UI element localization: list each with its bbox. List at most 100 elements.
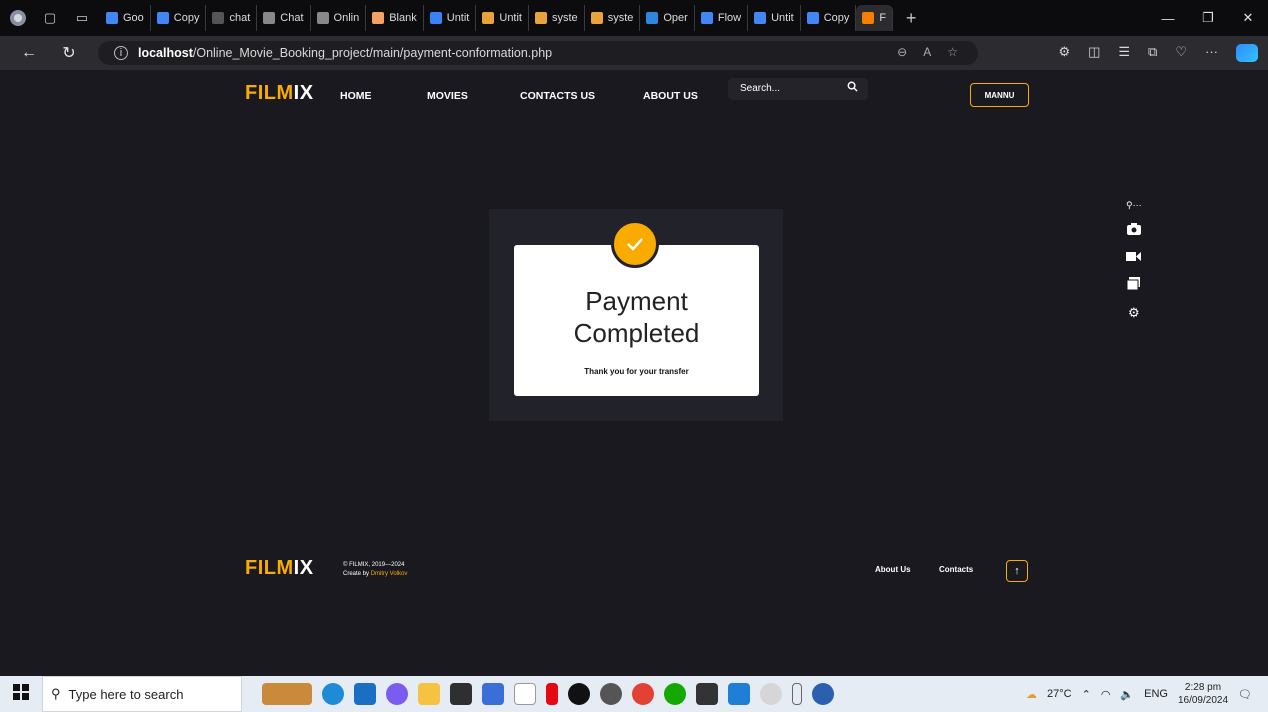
file-explorer-icon[interactable]: [418, 683, 440, 705]
restore-icon[interactable]: ❐: [1188, 10, 1228, 26]
floating-toolbar: ⚲··· ⚙: [1126, 200, 1142, 321]
browser-tab[interactable]: Onlin: [311, 5, 367, 31]
tab-label: Untit: [446, 12, 470, 24]
tab-favicon-icon: [646, 12, 659, 24]
favorites-icon[interactable]: ☰: [1118, 44, 1130, 62]
workspaces-icon[interactable]: ▢: [38, 6, 62, 30]
new-tab-button[interactable]: +: [899, 6, 923, 30]
browser-tab[interactable]: Oper: [640, 5, 695, 31]
browser-tab[interactable]: F: [856, 5, 894, 31]
nav-about-us[interactable]: ABOUT US: [643, 90, 698, 102]
tab-favicon-icon: [700, 12, 713, 24]
favorite-star-icon[interactable]: ☆: [947, 45, 958, 59]
windows-icon[interactable]: [1126, 277, 1141, 293]
split-screen-icon[interactable]: ◫: [1088, 44, 1100, 62]
browser-tab[interactable]: Flow: [695, 5, 749, 31]
close-icon[interactable]: ✕: [1228, 10, 1268, 26]
copilot-app-icon[interactable]: [386, 683, 408, 705]
zoom-icon[interactable]: ⊖: [897, 45, 907, 59]
tray-expand-icon[interactable]: ⌃: [1082, 688, 1091, 701]
browser-tab[interactable]: Untit: [424, 5, 477, 31]
volume-icon[interactable]: 🔈: [1120, 688, 1134, 701]
clock-time: 2:28 pm: [1184, 682, 1222, 693]
user-account-button[interactable]: MANNU: [970, 83, 1029, 107]
browser-tab[interactable]: Blank: [366, 5, 424, 31]
notifications-icon[interactable]: 🗨: [1238, 688, 1252, 701]
system-tray: ☁ 27°C ⌃ ◠ 🔈 ENG 2:28 pm 16/09/2024 🗨: [1026, 676, 1268, 712]
settings-app-icon[interactable]: [600, 683, 622, 705]
help-app-icon[interactable]: [812, 683, 834, 705]
toolbar-menu-icon[interactable]: ⚲···: [1126, 200, 1142, 211]
nav-movies[interactable]: MOVIES: [427, 90, 468, 102]
taskbar-search[interactable]: ⚲ Type here to search: [42, 676, 242, 712]
weather-icon[interactable]: ☁: [1026, 688, 1037, 701]
weather-text[interactable]: 27°C: [1047, 688, 1072, 700]
site-info-icon[interactable]: i: [114, 46, 128, 60]
netflix-app-icon[interactable]: [546, 683, 558, 705]
search-placeholder: Search...: [740, 83, 781, 94]
kangaroo-app-icon[interactable]: [262, 683, 312, 705]
browser-tab[interactable]: Chat: [257, 5, 311, 31]
footer-link-contacts[interactable]: Contacts: [939, 565, 973, 574]
browser-tab[interactable]: Untit: [748, 5, 801, 31]
browser-tab[interactable]: syste: [585, 5, 641, 31]
search-icon[interactable]: [847, 81, 858, 95]
browser-tab[interactable]: Copy: [801, 5, 857, 31]
clock-date: 16/09/2024: [1177, 695, 1229, 706]
settings-gear-icon[interactable]: ⚙: [1128, 305, 1140, 321]
paint-app-icon[interactable]: [760, 683, 782, 705]
vscode-app-icon[interactable]: [728, 683, 750, 705]
tab-favicon-icon: [106, 12, 118, 24]
minimize-icon[interactable]: —: [1148, 11, 1188, 26]
browser-tab[interactable]: chat: [206, 5, 258, 31]
browser-tab[interactable]: Goo: [100, 5, 151, 31]
tab-favicon-icon: [590, 12, 603, 24]
nav-home[interactable]: HOME: [340, 90, 372, 102]
footer-link-about-us[interactable]: About Us: [875, 565, 911, 574]
url-host: localhost: [138, 46, 193, 60]
dropbox-app-icon[interactable]: [450, 683, 472, 705]
browser-tab[interactable]: Copy: [151, 5, 207, 31]
tab-label: Untit: [771, 12, 794, 24]
tab-favicon-icon: [316, 12, 329, 24]
address-bar[interactable]: i localhost /Online_Movie_Booking_projec…: [98, 41, 978, 65]
refresh-icon[interactable]: ↻: [54, 43, 84, 63]
terminal-app-icon[interactable]: [696, 683, 718, 705]
amazon-app-icon[interactable]: [514, 683, 536, 705]
video-camera-icon[interactable]: [1126, 250, 1142, 265]
show-hidden-icons[interactable]: [792, 683, 802, 705]
search-input[interactable]: Search...: [728, 78, 868, 100]
scroll-top-button[interactable]: ↑: [1006, 560, 1028, 582]
upwork-app-icon[interactable]: [664, 683, 686, 705]
clock[interactable]: 2:28 pm 16/09/2024: [1178, 681, 1228, 707]
record-app-icon[interactable]: [568, 683, 590, 705]
tab-actions-icon[interactable]: ▭: [70, 6, 94, 30]
back-icon[interactable]: ←: [14, 44, 44, 62]
tab-favicon-icon: [806, 12, 819, 24]
card-title-line-1: Payment: [585, 286, 688, 316]
performance-icon[interactable]: ♡: [1175, 44, 1187, 62]
wifi-icon[interactable]: ◠: [1101, 688, 1111, 701]
edge-app-icon[interactable]: [322, 683, 344, 705]
windows-start-icon[interactable]: [0, 683, 42, 705]
language-indicator[interactable]: ENG: [1144, 688, 1168, 700]
browser-tab[interactable]: syste: [529, 5, 585, 31]
logo-part-a: FILM: [245, 82, 294, 104]
tab-label: syste: [607, 12, 634, 24]
mail-app-icon[interactable]: [354, 683, 376, 705]
page-content: FILMIX HOME MOVIES CONTACTS US ABOUT US …: [8, 70, 1268, 676]
chrome-app-icon[interactable]: [632, 683, 654, 705]
copilot-icon[interactable]: [1236, 44, 1258, 62]
site-logo[interactable]: FILMIX: [245, 82, 314, 105]
store-app-icon[interactable]: [482, 683, 504, 705]
nav-contacts-us[interactable]: CONTACTS US: [520, 90, 595, 102]
collections-icon[interactable]: ⧉: [1148, 44, 1157, 62]
profile-icon[interactable]: [6, 6, 30, 30]
more-icon[interactable]: ···: [1205, 44, 1218, 62]
footer-logo[interactable]: FILMIX: [245, 557, 314, 580]
read-aloud-icon[interactable]: A: [923, 45, 931, 59]
author-link[interactable]: Dmitry Volkov: [371, 571, 408, 577]
extensions-icon[interactable]: ⚙: [1058, 44, 1070, 62]
camera-icon[interactable]: [1126, 223, 1141, 238]
browser-tab[interactable]: Untit: [476, 5, 529, 31]
